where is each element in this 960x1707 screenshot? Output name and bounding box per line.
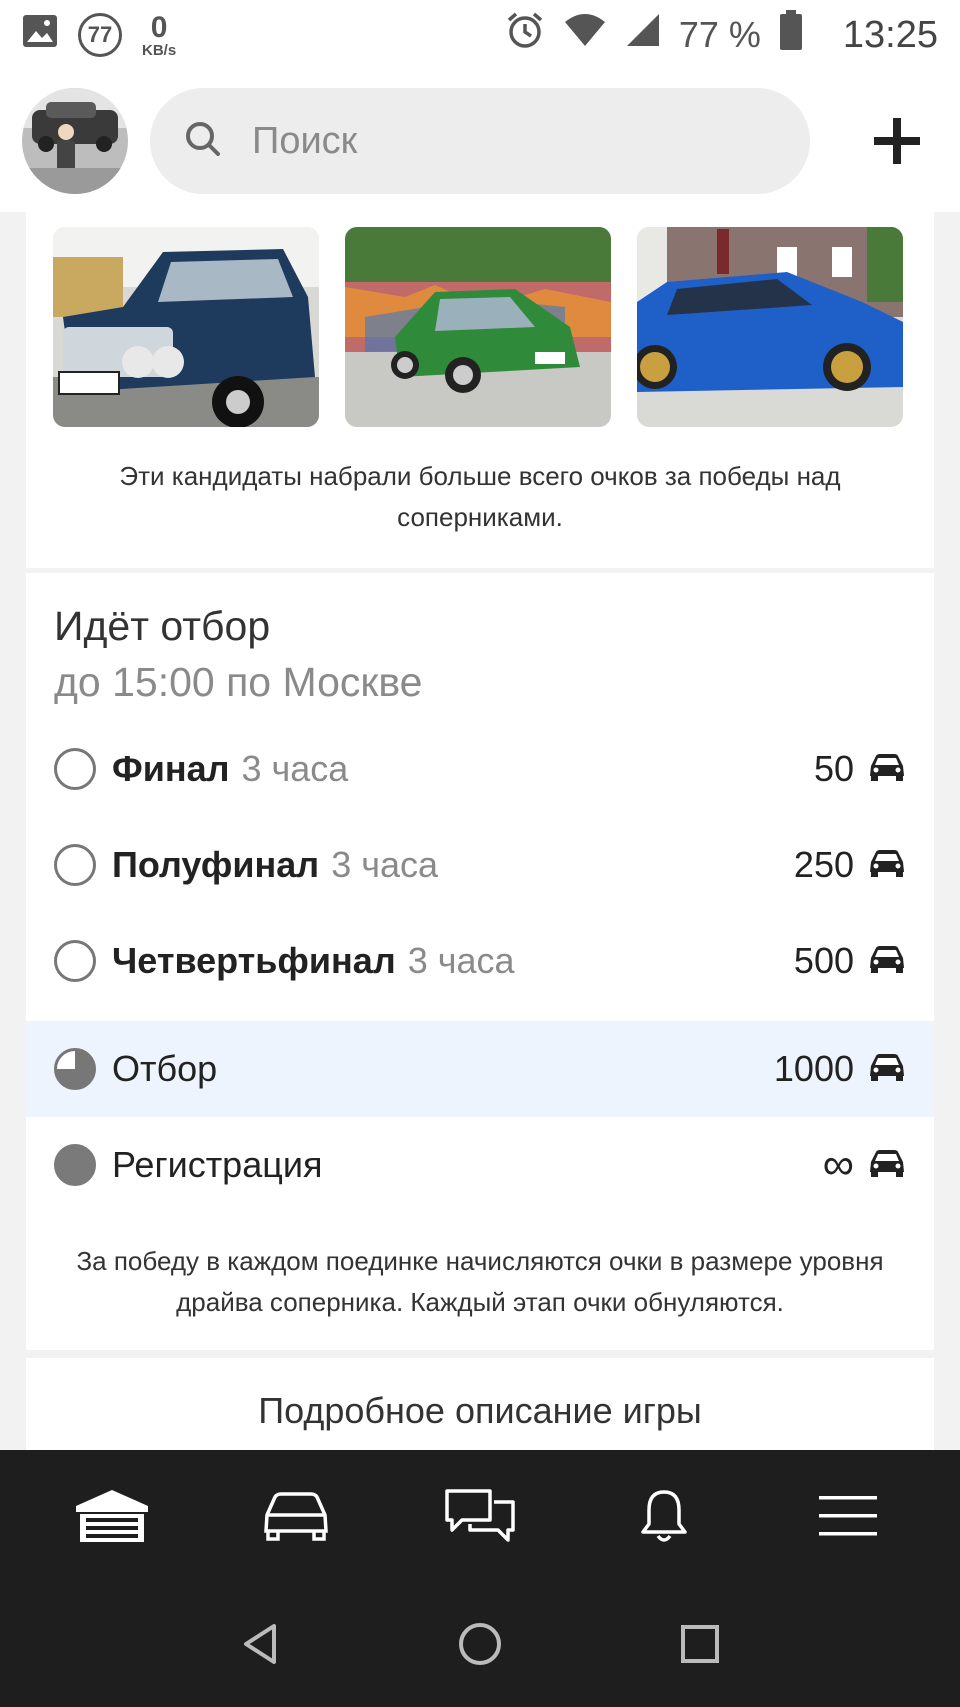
selection-title: Идёт отбор — [54, 603, 271, 649]
avatar[interactable] — [22, 88, 128, 194]
garage-icon — [74, 1488, 150, 1549]
stage-row-quarterfinal[interactable]: Четвертьфинал 3 часа 500 — [26, 913, 934, 1009]
back-button[interactable] — [230, 1617, 290, 1677]
tab-garage[interactable] — [64, 1478, 160, 1558]
stage-points: 1000 — [773, 1048, 854, 1089]
stage-duration: 3 часа — [241, 748, 349, 789]
stage-status-icon — [54, 940, 96, 982]
home-icon — [458, 1622, 502, 1671]
stage-name: Отбор — [112, 1048, 218, 1089]
winners-note: Эти кандидаты набрали больше всего очков… — [119, 461, 841, 532]
selection-card: Идёт отбор до 15:00 по Москве Финал 3 ча… — [26, 573, 934, 1350]
stage-points: 50 — [813, 748, 854, 789]
stage-name: Четвертьфинал — [112, 940, 396, 981]
rules-note: За победу в каждом поединке начисляются … — [76, 1246, 884, 1317]
image-icon — [22, 13, 58, 58]
car-icon — [868, 848, 906, 883]
stage-row-selection[interactable]: Отбор 1000 — [26, 1021, 934, 1117]
clock-time: 13:25 — [842, 13, 938, 56]
stage-status-icon — [54, 844, 96, 886]
game-description-link[interactable]: Подробное описание игры — [26, 1358, 934, 1432]
home-button[interactable] — [450, 1617, 510, 1677]
more-card: Подробное описание игры — [26, 1358, 934, 1450]
winner-photo[interactable] — [637, 227, 903, 427]
search-icon — [184, 120, 222, 163]
stage-progress-icon — [54, 1048, 96, 1090]
selection-deadline: до 15:00 по Москве — [54, 659, 423, 705]
signal-icon — [625, 12, 661, 58]
battery-percent: 77 % — [678, 14, 761, 55]
stage-status-icon — [54, 1144, 96, 1186]
network-speed: 0 KB/s — [142, 10, 177, 59]
stage-row-registration[interactable]: Регистрация ∞ — [26, 1117, 934, 1213]
chat-icon — [444, 1488, 516, 1549]
stage-name: Полуфинал — [112, 844, 320, 885]
notification-count-badge: 77 — [78, 13, 122, 57]
battery-icon — [779, 10, 803, 60]
stage-status-icon — [54, 748, 96, 790]
stage-points: 250 — [793, 844, 854, 885]
stage-duration: 3 часа — [407, 940, 515, 981]
search-input[interactable]: Поиск — [150, 88, 810, 194]
speed-unit: KB/s — [142, 41, 177, 59]
screen: 77 0 KB/s 77 % 13:25 Поиск Эти кандидаты… — [0, 0, 960, 1707]
tab-messages[interactable] — [432, 1478, 528, 1558]
wifi-icon — [563, 12, 607, 58]
app-header: Поиск — [0, 70, 960, 212]
stage-duration: 3 часа — [331, 844, 439, 885]
system-navigation-bar — [0, 1586, 960, 1707]
stage-row-final[interactable]: Финал 3 часа 50 — [26, 721, 934, 817]
stage-row-semifinal[interactable]: Полуфинал 3 часа 250 — [26, 817, 934, 913]
stage-points: ∞ — [822, 1140, 854, 1189]
search-placeholder: Поиск — [252, 119, 358, 162]
car-icon — [868, 1148, 906, 1183]
stage-points: 500 — [793, 940, 854, 981]
tab-notifications[interactable] — [616, 1478, 712, 1558]
car-icon — [868, 752, 906, 787]
bottom-tab-bar — [0, 1450, 960, 1586]
recents-icon — [680, 1624, 720, 1669]
car-icon — [868, 1052, 906, 1087]
tab-menu[interactable] — [800, 1478, 896, 1558]
car-icon — [868, 944, 906, 979]
status-bar: 77 0 KB/s 77 % 13:25 — [0, 0, 960, 70]
bell-icon — [639, 1488, 689, 1549]
recents-button[interactable] — [670, 1617, 730, 1677]
tab-cars[interactable] — [248, 1478, 344, 1558]
winner-photos — [26, 212, 934, 427]
winners-card: Эти кандидаты набрали больше всего очков… — [26, 212, 934, 568]
back-icon — [240, 1622, 280, 1671]
stage-name: Регистрация — [112, 1144, 323, 1185]
winner-photo[interactable] — [53, 227, 319, 427]
stage-name: Финал — [112, 748, 230, 789]
car-icon — [262, 1491, 330, 1546]
speed-value: 0 — [150, 10, 168, 44]
alarm-icon — [505, 10, 545, 60]
menu-icon — [819, 1494, 877, 1543]
plus-icon[interactable] — [874, 118, 920, 164]
winner-photo[interactable] — [345, 227, 611, 427]
